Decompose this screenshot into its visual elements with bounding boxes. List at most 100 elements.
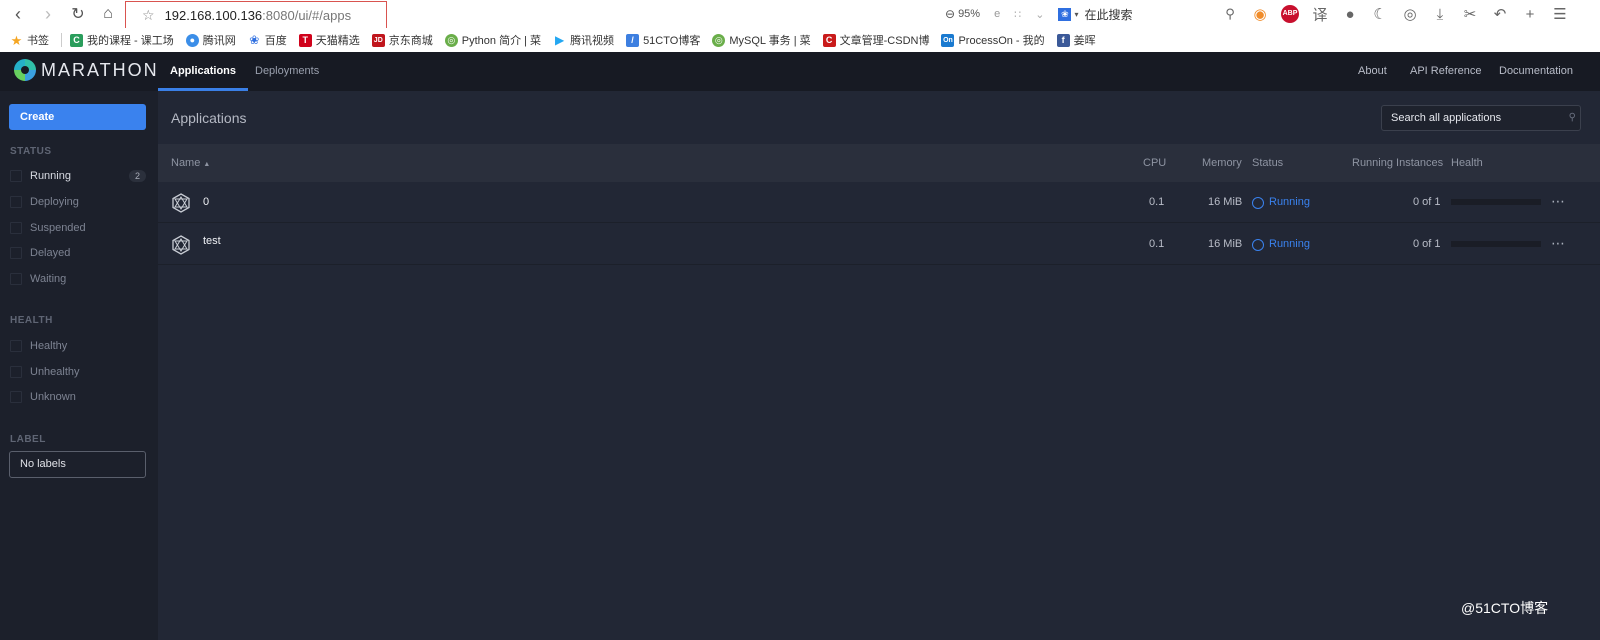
marathon-logo-icon: [14, 59, 36, 81]
table-header: Name ▲ CPU Memory Status Running Instanc…: [158, 144, 1600, 182]
bookmark-item[interactable]: ◎ Python 简介 | 菜: [444, 32, 541, 48]
app-name[interactable]: test: [203, 221, 221, 262]
download-icon[interactable]: ⤓: [1425, 6, 1455, 23]
column-running-instances[interactable]: Running Instances: [1352, 144, 1443, 182]
app-icon: [172, 193, 190, 213]
search-engine-selector[interactable]: ❀ ▾ 在此搜索: [1058, 6, 1204, 23]
caret-icon: ▾: [1074, 9, 1079, 19]
new-tab-plus-icon[interactable]: +: [1515, 6, 1545, 23]
running-status-icon: [1252, 196, 1264, 209]
column-health[interactable]: Health: [1451, 144, 1483, 182]
bookmark-item[interactable]: f 姜晖: [1056, 32, 1096, 48]
bookmark-item[interactable]: ◎ MySQL 事务 | 菜: [712, 32, 811, 48]
label-filter-select[interactable]: No labels: [9, 451, 146, 478]
runoob-icon: ◎: [712, 33, 726, 47]
create-button[interactable]: Create: [9, 104, 146, 130]
tab-applications[interactable]: Applications: [158, 52, 249, 91]
api-reference-link[interactable]: API Reference: [1410, 52, 1482, 91]
status-value: Running: [1252, 182, 1310, 223]
reload-button[interactable]: ↻: [63, 0, 93, 28]
browser-search-input[interactable]: 在此搜索: [1084, 6, 1204, 23]
ie-mode-icon[interactable]: e: [994, 8, 1000, 20]
bookmark-item[interactable]: On ProcessOn - 我的: [941, 32, 1045, 48]
filter-running[interactable]: Running 2: [10, 167, 146, 185]
health-bar: [1451, 199, 1541, 205]
status-value: Running: [1252, 224, 1310, 265]
column-cpu[interactable]: CPU: [1143, 144, 1166, 182]
bookmark-item[interactable]: JD 京东商城: [371, 32, 433, 48]
game-icon[interactable]: ◉: [1245, 5, 1275, 23]
bookmark-item[interactable]: ❀ 百度: [248, 32, 287, 48]
running-status-icon: [1252, 238, 1264, 251]
filter-suspended[interactable]: Suspended: [10, 219, 146, 237]
filter-deploying[interactable]: Deploying: [10, 193, 146, 211]
checkbox[interactable]: [10, 196, 22, 208]
search-icon[interactable]: ⚲: [1215, 6, 1245, 22]
51cto-icon: /: [626, 33, 640, 47]
checkbox[interactable]: [10, 170, 22, 182]
instances-value: 0 of 1: [1413, 238, 1441, 250]
about-link[interactable]: About: [1358, 52, 1387, 91]
bookmark-item[interactable]: ▶ 腾讯视频: [553, 32, 614, 48]
bookmark-item[interactable]: ★ 书签: [10, 32, 49, 48]
facebook-icon: f: [1056, 33, 1070, 47]
checkbox[interactable]: [10, 222, 22, 234]
screenshot-scissors-icon[interactable]: ✂: [1455, 5, 1485, 23]
night-mode-icon[interactable]: ☾: [1365, 5, 1395, 23]
filter-delayed[interactable]: Delayed: [10, 244, 146, 262]
jd-icon: JD: [371, 33, 385, 47]
filter-waiting[interactable]: Waiting: [10, 270, 146, 288]
zoom-indicator[interactable]: ⊖ 95%: [945, 7, 980, 21]
bookmarks-star-icon: ★: [10, 32, 23, 48]
search-input[interactable]: Search all applications ⚲: [1381, 105, 1581, 131]
checkbox[interactable]: [10, 340, 22, 352]
column-status[interactable]: Status: [1252, 144, 1283, 182]
forward-button[interactable]: ›: [33, 0, 63, 28]
table-row[interactable]: 0 0.1 16 MiB Running 0 of 1 ⋯: [158, 182, 1600, 223]
cpu-value: 0.1: [1149, 238, 1165, 250]
bookmark-item[interactable]: /51CTO博客: [626, 32, 700, 48]
checkbox[interactable]: [10, 273, 22, 285]
documentation-link[interactable]: Documentation: [1499, 52, 1573, 91]
tab-deployments[interactable]: Deployments: [243, 52, 331, 91]
home-button[interactable]: ⌂: [93, 0, 123, 28]
weibo-icon[interactable]: ◎: [1395, 5, 1425, 23]
sort-ascending-icon: ▲: [203, 161, 211, 168]
undo-icon[interactable]: ↶: [1485, 5, 1515, 23]
count-badge: 2: [128, 170, 146, 182]
health-bar: [1451, 241, 1541, 247]
qr-code-icon[interactable]: ∷: [1014, 8, 1021, 21]
column-name[interactable]: Name ▲: [171, 144, 210, 184]
more-actions-icon[interactable]: ⋯: [1551, 182, 1566, 221]
brand-name: MARATHON: [41, 59, 159, 80]
bookmark-star-icon[interactable]: ☆: [142, 7, 155, 24]
column-memory[interactable]: Memory: [1202, 144, 1242, 182]
tmall-icon: T: [298, 33, 312, 47]
filter-healthy[interactable]: Healthy: [10, 337, 146, 355]
filter-unknown[interactable]: Unknown: [10, 388, 146, 406]
cpu-value: 0.1: [1149, 196, 1165, 208]
label-heading: LABEL: [10, 434, 46, 445]
address-bar[interactable]: ☆ 192.168.100.136:8080/ui/#/apps: [125, 1, 387, 29]
checkbox[interactable]: [10, 366, 22, 378]
menu-icon[interactable]: ☰: [1545, 5, 1575, 23]
bookmark-item[interactable]: C 我的课程 - 课工场: [70, 32, 174, 48]
instances-value: 0 of 1: [1413, 196, 1441, 208]
chevron-down-icon[interactable]: ⌄: [1035, 8, 1044, 21]
status-heading: STATUS: [10, 146, 52, 157]
back-button[interactable]: ‹: [3, 0, 33, 28]
adblock-icon[interactable]: ABP: [1281, 5, 1299, 23]
translate-icon[interactable]: 译: [1305, 4, 1335, 25]
bookmark-item[interactable]: C 文章管理-CSDN博: [822, 32, 929, 48]
table-row[interactable]: test 0.1 16 MiB Running 0 of 1 ⋯: [158, 224, 1600, 265]
lightbulb-icon[interactable]: ●: [1335, 6, 1365, 23]
more-actions-icon[interactable]: ⋯: [1551, 224, 1566, 263]
bookmark-item[interactable]: T 天猫精选: [298, 32, 360, 48]
app-name[interactable]: 0: [203, 182, 209, 223]
marathon-logo[interactable]: MARATHON: [14, 59, 159, 81]
checkbox[interactable]: [10, 247, 22, 259]
bookmark-item[interactable]: ● 腾讯网: [185, 32, 236, 48]
checkbox[interactable]: [10, 391, 22, 403]
filter-unhealthy[interactable]: Unhealthy: [10, 363, 146, 381]
memory-value: 16 MiB: [1208, 238, 1243, 250]
